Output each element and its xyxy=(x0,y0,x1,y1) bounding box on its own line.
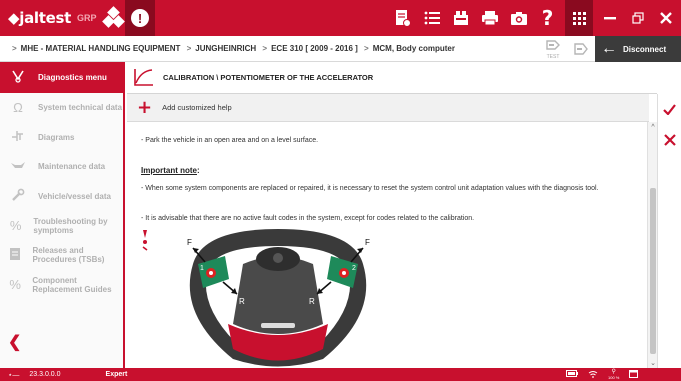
status-icons: ⚲ 100 % xyxy=(566,368,648,381)
note-text: - It is advisable that there are no acti… xyxy=(141,215,475,222)
sidebar-item-label: Releases and Procedures (TSBs) xyxy=(32,246,105,265)
breadcrumb: > MHE - MATERIAL HANDLING EQUIPMENT > JUNG… xyxy=(0,36,681,62)
scroll-thumb[interactable] xyxy=(650,188,656,354)
disconnect-label: Disconnect xyxy=(623,44,667,54)
top-toolbar: ◆jaltest GRP ! ? xyxy=(0,0,681,36)
status-bar: ⋆— 23.3.0.0.0 Expert ⚲ 100 % xyxy=(0,368,681,381)
database-icon[interactable] xyxy=(446,0,475,36)
mode-label: Expert xyxy=(105,371,128,378)
close-button[interactable] xyxy=(652,0,680,36)
accept-button[interactable] xyxy=(658,102,681,119)
info-marker-icon xyxy=(142,230,148,251)
sidebar-item-diagrams[interactable]: Diagrams xyxy=(0,123,123,153)
add-help-label: Add customized help xyxy=(162,103,232,112)
scroll-up-icon[interactable]: ^ xyxy=(648,124,658,131)
crumb-tools: TEST xyxy=(539,36,595,62)
list-icon[interactable] xyxy=(417,0,446,36)
calendar-icon xyxy=(629,369,639,380)
test-connector-icon[interactable]: TEST xyxy=(539,36,567,62)
help-content: - Park the vehicle in an open area and o… xyxy=(127,122,647,368)
alert-button[interactable]: ! xyxy=(125,0,155,36)
printer-icon[interactable] xyxy=(475,0,504,36)
wifi-icon xyxy=(588,370,598,380)
button-label-right: 2 xyxy=(352,265,356,272)
toolbar-icons: ? xyxy=(388,0,562,36)
note-text: - When some system components are replac… xyxy=(141,185,599,192)
test-label: TEST xyxy=(546,54,560,60)
steering-wheel-diagram: F F R R 1 2 xyxy=(187,229,370,367)
button-label-left: 1 xyxy=(200,265,204,272)
collapse-sidebar-button[interactable]: ❮ xyxy=(8,332,21,352)
sidebar-item-label: System technical data xyxy=(38,103,123,113)
calibration-icon xyxy=(133,67,157,89)
plus-icon: + xyxy=(137,97,153,118)
connector-icon[interactable] xyxy=(567,36,595,62)
breadcrumb-item[interactable]: ECE 310 [ 2009 - 2016 ] xyxy=(271,44,358,53)
cubes-icon[interactable] xyxy=(101,6,125,29)
intro-text: - Park the vehicle in an open area and o… xyxy=(141,137,319,144)
scroll-down-icon[interactable]: ⌄ xyxy=(648,359,658,367)
important-note-title: Important note: xyxy=(141,166,200,175)
sidebar-item-label: Vehicle/vessel data xyxy=(38,191,111,201)
page-title: CALIBRATION \ POTENTIOMETER OF THE ACCEL… xyxy=(163,73,374,82)
sidebar-item-diagnostics-menu[interactable]: Diagnostics menu xyxy=(0,62,123,93)
add-customized-help-row[interactable]: + Add customized help xyxy=(127,94,649,122)
cancel-button[interactable] xyxy=(658,133,681,150)
disconnect-button[interactable]: ← Disconnect xyxy=(595,36,681,62)
document-icon xyxy=(8,247,22,264)
sidebar: Diagnostics menu Ω System technical data… xyxy=(0,62,125,368)
sidebar-item-vehicle-data[interactable]: Vehicle/vessel data xyxy=(0,182,123,212)
battery-icon xyxy=(566,370,578,379)
version-label: 23.3.0.0.0 xyxy=(29,371,61,378)
sidebar-item-label: Diagrams xyxy=(38,132,75,142)
arrow-label-f-right: F xyxy=(365,238,370,247)
ohm-icon: Ω xyxy=(13,100,23,116)
app-window: ◆jaltest GRP ! ? > MHE - MATERIAL HANDLI… xyxy=(0,0,681,381)
breadcrumb-item[interactable]: MHE - MATERIAL HANDLING EQUIPMENT xyxy=(21,44,181,53)
action-column xyxy=(657,94,681,368)
report-icon[interactable] xyxy=(388,0,417,36)
sidebar-item-troubleshooting[interactable]: % Troubleshooting by symptoms xyxy=(0,211,123,241)
sidebar-item-maintenance-data[interactable]: Maintenance data xyxy=(0,152,123,182)
minimize-button[interactable] xyxy=(596,0,624,36)
diagnostics-icon xyxy=(8,69,28,86)
arrow-left-icon: ← xyxy=(601,40,617,57)
window-controls xyxy=(596,0,680,36)
replacement-icon: % xyxy=(9,277,21,293)
sidebar-item-label: Maintenance data xyxy=(38,162,106,172)
exclamation-icon: ! xyxy=(131,9,149,27)
arrow-label-r-right: R xyxy=(309,297,315,306)
breadcrumb-item[interactable]: JUNGHEINRICH xyxy=(195,44,256,53)
logo-sub-label: GRP xyxy=(76,13,97,23)
logo-text: ◆jaltest xyxy=(8,9,71,27)
jaltest-logo: ◆jaltest GRP xyxy=(0,0,125,36)
sidebar-item-component-replacement[interactable]: % Component Replacement Guides xyxy=(0,270,123,300)
page-title-bar: CALIBRATION \ POTENTIOMETER OF THE ACCEL… xyxy=(127,62,657,94)
apps-grid-button[interactable] xyxy=(565,0,593,36)
sidebar-item-label: Component Replacement Guides xyxy=(32,275,112,294)
content-scrollbar[interactable]: ^ ⌄ xyxy=(647,122,657,368)
sidebar-item-releases-procedures[interactable]: Releases and Procedures (TSBs) xyxy=(0,241,123,271)
breadcrumb-path: > MHE - MATERIAL HANDLING EQUIPMENT > JUNG… xyxy=(12,44,455,53)
oil-can-icon xyxy=(8,159,28,174)
arrow-label-f-left: F xyxy=(187,238,192,247)
sidebar-item-system-technical-data[interactable]: Ω System technical data xyxy=(0,93,123,123)
usb-icon: ⋆— xyxy=(8,371,20,379)
grid-icon xyxy=(572,11,586,25)
sidebar-item-label: Diagnostics menu xyxy=(38,73,107,82)
zoom-label: 100 % xyxy=(608,374,620,380)
camera-icon[interactable] xyxy=(504,0,533,36)
troubleshooting-icon: % xyxy=(9,218,22,234)
sidebar-item-label: Troubleshooting by symptoms xyxy=(33,216,108,235)
restore-button[interactable] xyxy=(624,0,652,36)
zoom-indicator: ⚲ 100 % xyxy=(608,369,620,380)
diagram-icon xyxy=(8,129,28,146)
arrow-label-r-left: R xyxy=(239,297,245,306)
breadcrumb-item[interactable]: MCM, Body computer xyxy=(373,44,455,53)
wrench-icon xyxy=(8,188,28,205)
help-icon[interactable]: ? xyxy=(533,0,562,36)
